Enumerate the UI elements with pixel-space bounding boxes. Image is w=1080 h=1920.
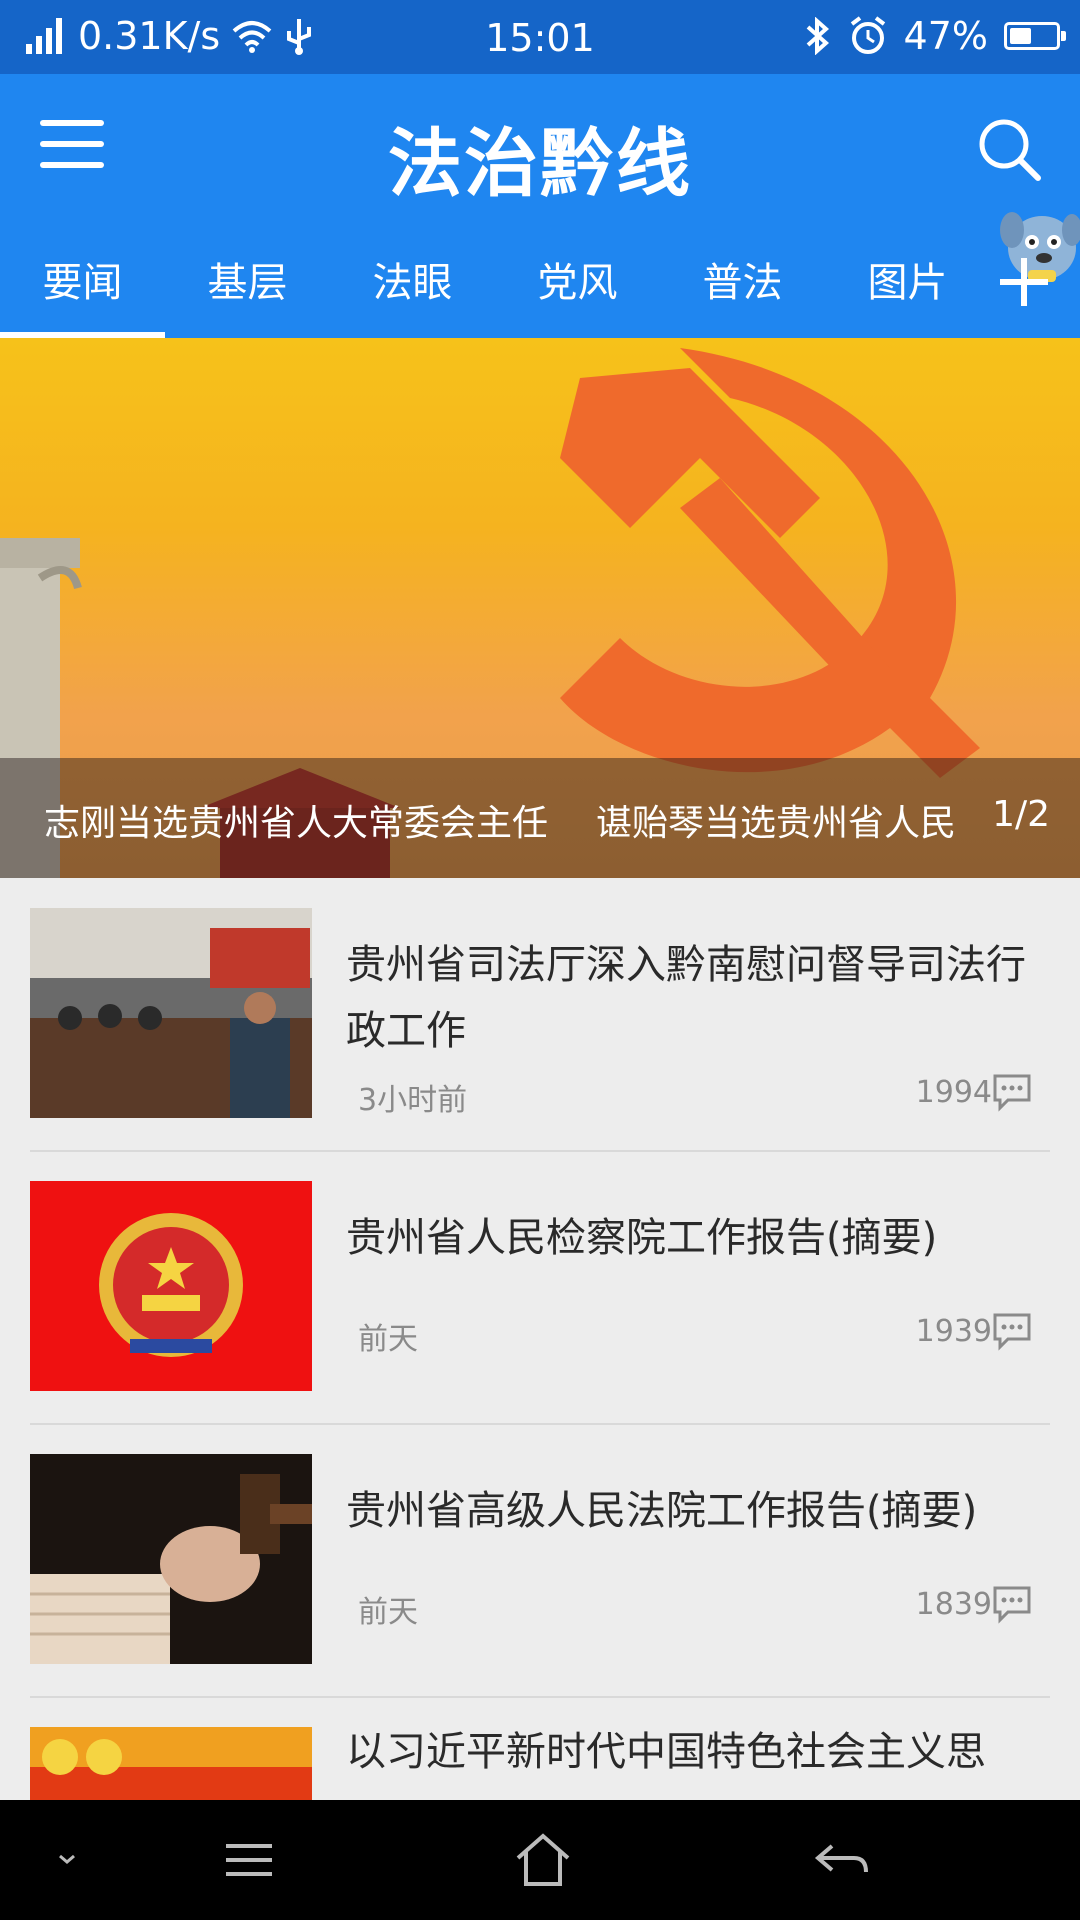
comment-count: 1839 [915, 1587, 992, 1622]
news-thumbnail [30, 1454, 312, 1664]
battery-percent: 47% [903, 14, 988, 58]
news-time: 前天 [358, 1322, 418, 1357]
category-tabs: 要闻 基层 法眼 党风 普法 图片 [0, 226, 1080, 338]
home-icon[interactable] [508, 1830, 578, 1890]
tab-dangfeng[interactable]: 党风 [495, 250, 660, 308]
tab-tupian[interactable]: 图片 [825, 250, 990, 308]
tab-pufa[interactable]: 普法 [660, 250, 825, 308]
news-item[interactable]: 贵州省人民检察院工作报告(摘要) 前天 1939 [30, 1151, 1050, 1423]
news-time: 前天 [358, 1595, 418, 1630]
comment-icon[interactable] [992, 1311, 1032, 1351]
status-bar: 0.31K/s 15:01 47% [0, 0, 1080, 74]
system-nav-bar [0, 1800, 1080, 1920]
alarm-icon [850, 16, 885, 54]
banner-caption-2: 谌贻琴当选贵州省人民 [596, 803, 957, 844]
comment-icon[interactable] [992, 1072, 1032, 1112]
news-time: 3小时前 [358, 1083, 468, 1118]
search-icon[interactable] [974, 114, 1044, 184]
news-title: 贵州省人民检察院工作报告(摘要) [346, 1215, 938, 1261]
news-thumbnail [30, 1181, 312, 1391]
news-thumbnail [30, 1727, 312, 1800]
banner-caption: 志刚当选贵州省人大常委会主任 谌贻琴当选贵州省人民 1/2 [0, 758, 1080, 878]
news-item[interactable]: 贵州省司法厅深入黔南慰问督导司法行政工作 3小时前 1994 [30, 878, 1050, 1150]
back-icon[interactable] [806, 1830, 876, 1890]
news-item[interactable]: 以习近平新时代中国特色社会主义思 [30, 1697, 1050, 1800]
news-item[interactable]: 贵州省高级人民法院工作报告(摘要) 前天 1839 [30, 1424, 1050, 1696]
tab-jiceng[interactable]: 基层 [165, 250, 330, 308]
app-title: 法治黔线 [388, 121, 692, 207]
collapse-icon[interactable] [32, 1830, 102, 1890]
battery-icon [1004, 22, 1066, 50]
banner-caption-1: 志刚当选贵州省人大常委会主任 [44, 803, 549, 844]
tab-fayan[interactable]: 法眼 [330, 250, 495, 308]
news-title: 以习近平新时代中国特色社会主义思 [346, 1729, 986, 1775]
status-right: 47% [802, 14, 1066, 58]
bluetooth-icon [806, 17, 829, 55]
news-title: 贵州省高级人民法院工作报告(摘要) [346, 1488, 978, 1534]
banner-carousel[interactable]: 志刚当选贵州省人大常委会主任 谌贻琴当选贵州省人民 1/2 [0, 338, 1080, 878]
tab-yaowen[interactable]: 要闻 [0, 250, 165, 308]
add-tab-icon[interactable] [996, 254, 1052, 310]
news-title: 贵州省司法厅深入黔南慰问督导司法行政工作 [346, 942, 1026, 1054]
banner-page-indicator: 1/2 [992, 794, 1050, 835]
comment-icon[interactable] [992, 1584, 1032, 1624]
app-bar: 法治黔线 [0, 74, 1080, 226]
battery-fill [1010, 28, 1031, 44]
news-thumbnail [30, 908, 312, 1118]
menu-nav-icon[interactable] [214, 1830, 284, 1890]
comment-count: 1994 [915, 1075, 992, 1110]
comment-count: 1939 [915, 1314, 992, 1349]
